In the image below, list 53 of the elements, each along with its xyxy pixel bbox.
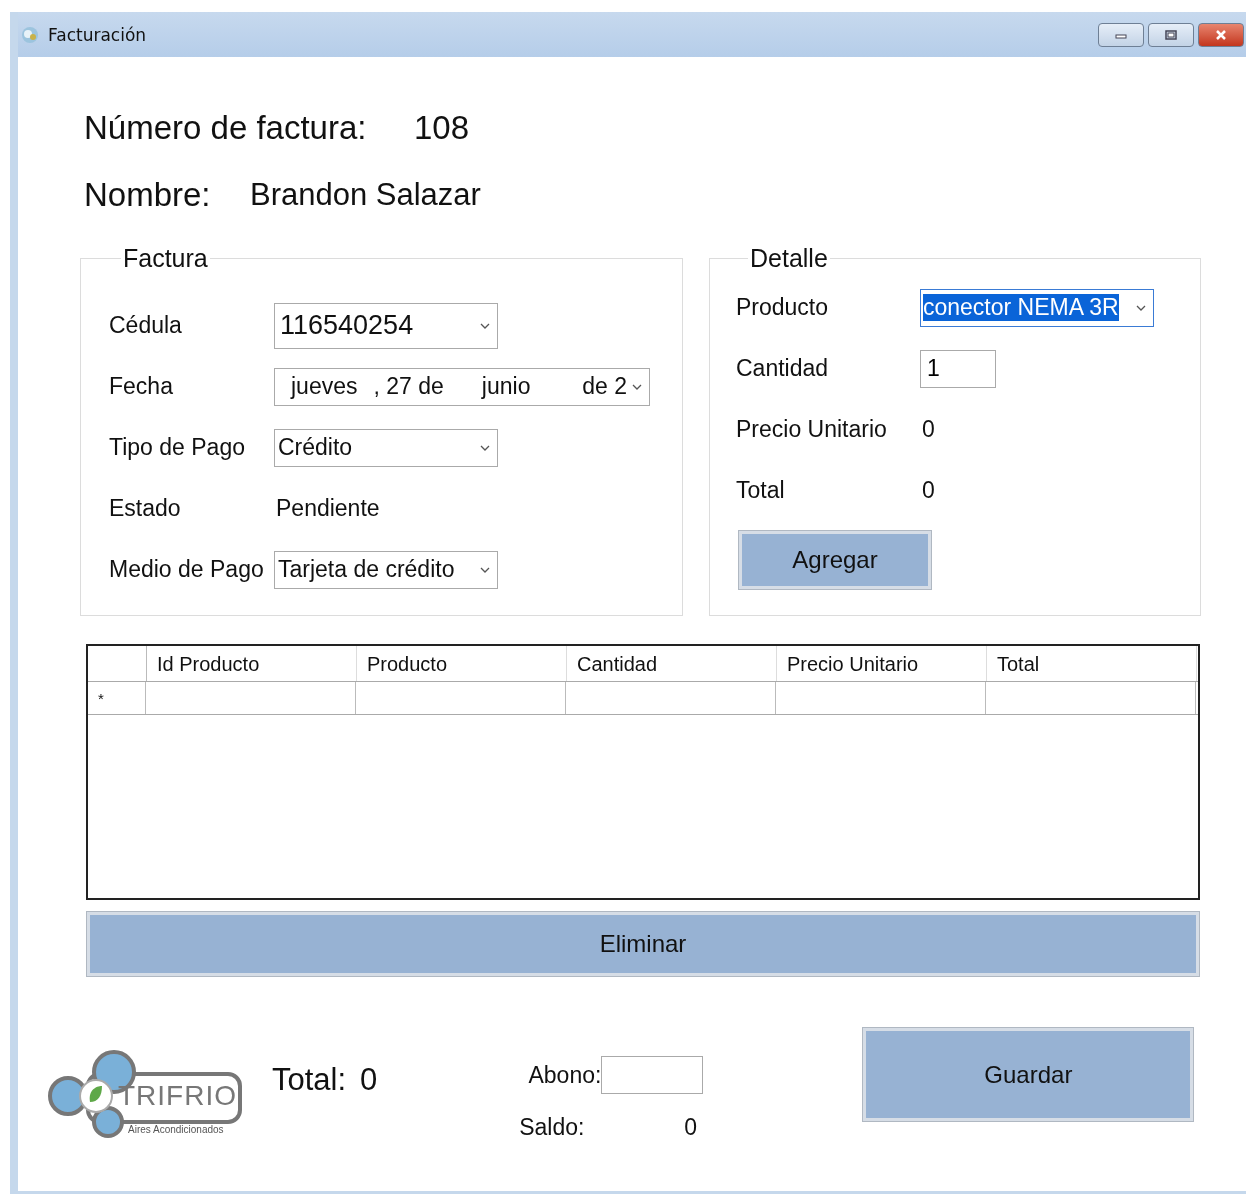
field-label: Medio de Pago: [109, 556, 265, 583]
combo-box[interactable]: conector NEMA 3R: [920, 288, 1154, 327]
logo-tagline: Aires Acondicionados: [128, 1124, 224, 1135]
close-button[interactable]: [1198, 22, 1244, 47]
header-label: Nombre:: [84, 176, 212, 214]
close-icon: [1214, 28, 1228, 41]
header-label: Número de factura:: [84, 109, 368, 147]
field-label: Estado: [109, 495, 182, 522]
combo-box[interactable]: Tarjeta de crédito: [274, 550, 498, 589]
field-label: Fecha: [109, 373, 174, 400]
column-header[interactable]: Producto: [357, 646, 567, 681]
field-label: Total: [736, 477, 786, 504]
caret-icon: [1135, 303, 1147, 312]
field-value: 0: [921, 416, 935, 443]
delete-button[interactable]: Eliminar: [87, 912, 1199, 976]
total-label: Total:: [272, 1062, 347, 1099]
logo-name: TRIFRIO: [118, 1080, 237, 1112]
minimize-button[interactable]: [1098, 22, 1144, 47]
row-header[interactable]: *: [88, 682, 146, 714]
payment-label: Abono:: [527, 1061, 602, 1089]
add-button[interactable]: Agregar: [739, 531, 931, 589]
total-value: 0: [360, 1062, 378, 1099]
save-button[interactable]: Guardar: [863, 1028, 1194, 1121]
caret-icon: [479, 321, 491, 330]
field-label: Precio Unitario: [736, 416, 888, 443]
column-header[interactable]: Id Producto: [147, 646, 357, 681]
app-icon: [20, 24, 40, 45]
header-value: 108: [414, 109, 470, 147]
caret-icon: [479, 443, 491, 452]
balance-label: Saldo:: [518, 1113, 585, 1141]
field-label: Tipo de Pago: [109, 434, 246, 461]
field-label: Producto: [736, 294, 830, 321]
balance-value: 0: [684, 1113, 698, 1141]
field-label: Cantidad: [736, 355, 830, 382]
field-value: Pendiente: [275, 495, 380, 522]
date-picker[interactable]: jueves , 27 de junio de 2: [274, 367, 650, 406]
maximize-button[interactable]: [1148, 22, 1194, 47]
group-title: Factura: [122, 244, 209, 273]
window-title: Facturación: [48, 24, 147, 45]
field-label: Cédula: [109, 312, 183, 339]
column-header[interactable]: Precio Unitario: [777, 646, 987, 681]
payment-field[interactable]: [601, 1056, 704, 1094]
column-header[interactable]: Cantidad: [567, 646, 777, 681]
caret-icon: [479, 565, 491, 574]
combo-box[interactable]: Crédito: [274, 428, 498, 467]
group-title: Detalle: [749, 244, 829, 273]
header-value: Brandon Salazar: [250, 177, 481, 213]
quantity-field[interactable]: 1: [920, 349, 996, 388]
caret-icon: [631, 382, 643, 391]
combo-box[interactable]: 116540254: [274, 302, 498, 349]
maximize-icon: [1164, 28, 1178, 41]
field-value: 0: [921, 477, 935, 504]
column-header[interactable]: Total: [987, 646, 1197, 681]
